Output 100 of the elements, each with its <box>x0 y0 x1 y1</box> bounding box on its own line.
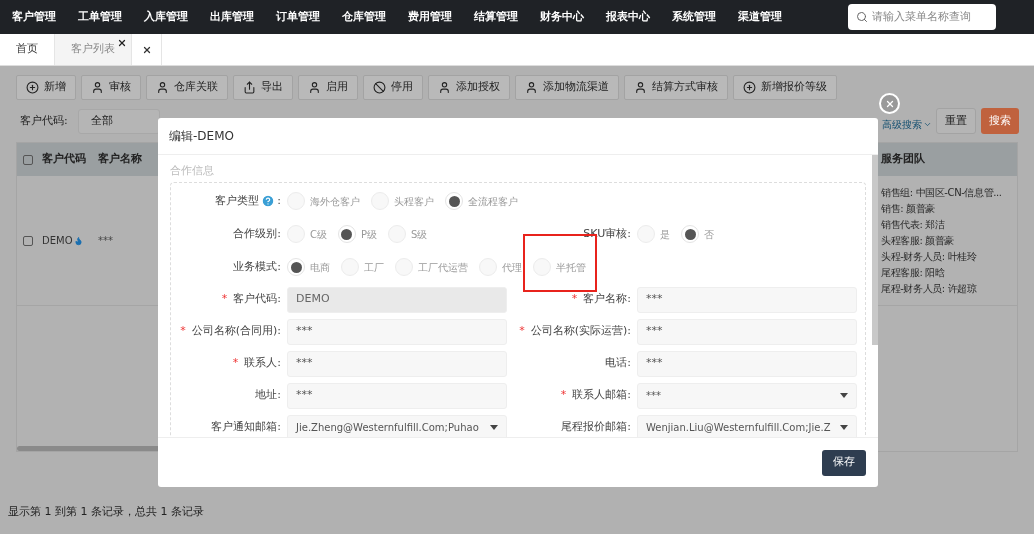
caret-icon <box>490 425 498 430</box>
field-label: 业务模式: <box>233 258 281 275</box>
modal-close-button[interactable] <box>879 93 900 114</box>
export-icon <box>243 81 256 94</box>
select-field[interactable]: Wenjian.Liu@Westernfulfill.Com;Jie.Z <box>637 414 857 437</box>
select-all-checkbox[interactable] <box>23 154 33 165</box>
required-mark: * <box>232 355 239 372</box>
nav-menu-item[interactable]: 客户管理 <box>12 9 56 25</box>
table-cell-text: 头程-财务人员: 叶桂玲 <box>881 250 978 264</box>
toolbar-button[interactable]: 启用 <box>298 75 358 100</box>
field-label: 尾程报价邮箱: <box>561 419 631 436</box>
toolbar-button[interactable]: 新增报价等级 <box>733 75 837 100</box>
toolbar-button[interactable]: 结算方式审核 <box>624 75 728 100</box>
radio-button[interactable] <box>287 258 305 276</box>
label-colon: : <box>277 192 281 209</box>
status-text: 显示第 1 到第 1 条记录，总共 1 条记录 <box>8 504 204 520</box>
advanced-search-link[interactable]: 高级搜索 <box>882 116 932 132</box>
reset-button[interactable]: 重置 <box>936 108 976 134</box>
search-button[interactable]: 搜索 <box>981 108 1019 134</box>
text-field[interactable]: *** <box>637 286 857 313</box>
text-field[interactable]: *** <box>637 318 857 345</box>
toolbar-button[interactable]: 仓库关联 <box>146 75 228 100</box>
table-cell-text: 销售组: 中国区-CN-信息管... <box>881 186 1003 200</box>
field-label: 客户代码: <box>233 291 281 308</box>
text-field[interactable]: *** <box>287 318 507 345</box>
user-icon <box>634 81 647 94</box>
toolbar-button[interactable]: 停用 <box>363 75 423 100</box>
toolbar-button[interactable]: 添加授权 <box>428 75 510 100</box>
user-icon <box>91 81 104 94</box>
radio-label: 半托管 <box>556 260 586 275</box>
nav-menu-item[interactable]: 结算管理 <box>474 9 518 25</box>
field-label: 地址: <box>255 387 281 404</box>
dialog-title: 编辑-DEMO <box>158 118 878 155</box>
radio-label: 全流程客户 <box>468 194 518 209</box>
customer-code-select[interactable]: 全部 <box>77 108 160 134</box>
required-mark: * <box>519 323 525 340</box>
table-cell-text: 头程客服: 颜普豪 <box>881 234 955 248</box>
section-title: 合作信息 <box>170 163 215 179</box>
toolbar-button[interactable]: 新增 <box>16 75 76 100</box>
column-header: 客户名称 <box>98 151 143 168</box>
filter-label: 客户代码: <box>20 112 68 129</box>
required-mark: * <box>560 387 567 404</box>
nav-menu-item[interactable]: 报表中心 <box>606 9 650 25</box>
radio-button[interactable] <box>445 192 463 210</box>
radio-label: 代理 <box>502 260 522 275</box>
nav-menu-item[interactable]: 仓库管理 <box>342 9 386 25</box>
toolbar-button[interactable]: 审核 <box>81 75 141 100</box>
toolbar-button[interactable]: 导出 <box>233 75 293 100</box>
help-icon[interactable] <box>261 194 276 208</box>
column-header: 客户代码 <box>42 151 87 168</box>
radio-button[interactable] <box>681 225 699 243</box>
nav-menu-item[interactable]: 费用管理 <box>408 9 452 25</box>
radio-label: S级 <box>411 227 428 242</box>
radio-label: P级 <box>361 227 377 242</box>
table-cell-text: 销售代表: 郑洁 <box>881 218 946 232</box>
close-icon <box>141 44 152 55</box>
radio-button[interactable] <box>338 225 356 243</box>
search-icon <box>856 11 868 23</box>
select-field[interactable]: *** <box>637 382 857 409</box>
table-cell-text: DEMO <box>42 234 73 248</box>
caret-icon <box>840 425 848 430</box>
field-label: 电话: <box>605 355 631 372</box>
add-icon <box>26 81 39 94</box>
table-cell-text: 尾程客服: 阳晗 <box>881 266 946 280</box>
ban-icon <box>373 81 386 94</box>
save-button[interactable]: 保存 <box>822 449 866 476</box>
table-cell-text: 销售: 颜普豪 <box>881 202 936 216</box>
required-mark: * <box>180 323 186 340</box>
nav-menu-item[interactable]: 入库管理 <box>144 9 188 25</box>
select-field[interactable]: Jie.Zheng@Westernfulfill.Com;Puhao <box>287 414 507 437</box>
close-icon <box>884 98 895 109</box>
field-label: 合作级别: <box>233 225 281 242</box>
table-cell-text: 尾程-财务人员: 许超琼 <box>881 282 978 296</box>
nav-menu-item[interactable]: 财务中心 <box>540 9 584 25</box>
nav-menu-item[interactable]: 渠道管理 <box>738 9 782 25</box>
text-field[interactable]: *** <box>287 382 507 409</box>
table-cell-text: *** <box>98 234 114 248</box>
field-label: 公司名称(实际运营): <box>530 323 631 340</box>
nav-menu-item[interactable]: 订单管理 <box>276 9 320 25</box>
nav-menu-item[interactable]: 系统管理 <box>672 9 716 25</box>
menu-search-field[interactable]: 请输入菜单名称查询 <box>848 4 996 30</box>
radio-label: C级 <box>310 227 327 242</box>
field-label: 公司名称(合同用): <box>191 323 281 340</box>
text-field[interactable]: *** <box>637 350 857 377</box>
user-icon <box>308 81 321 94</box>
radio-label: 海外仓客户 <box>310 194 360 209</box>
flame-icon <box>73 235 83 246</box>
radio-label: 是 <box>660 227 670 242</box>
close-icon[interactable] <box>117 38 127 48</box>
field-label: 客户类型 <box>215 192 260 209</box>
radio-label: 电商 <box>310 260 330 275</box>
text-field[interactable]: *** <box>287 350 507 377</box>
user-icon <box>156 81 169 94</box>
radio-label: 工厂 <box>364 260 384 275</box>
row-checkbox[interactable] <box>23 235 33 246</box>
required-mark: * <box>571 291 578 308</box>
radio-label: 否 <box>704 227 714 242</box>
nav-menu-item[interactable]: 工单管理 <box>78 9 122 25</box>
nav-menu-item[interactable]: 出库管理 <box>210 9 254 25</box>
toolbar-button[interactable]: 添加物流渠道 <box>515 75 619 100</box>
